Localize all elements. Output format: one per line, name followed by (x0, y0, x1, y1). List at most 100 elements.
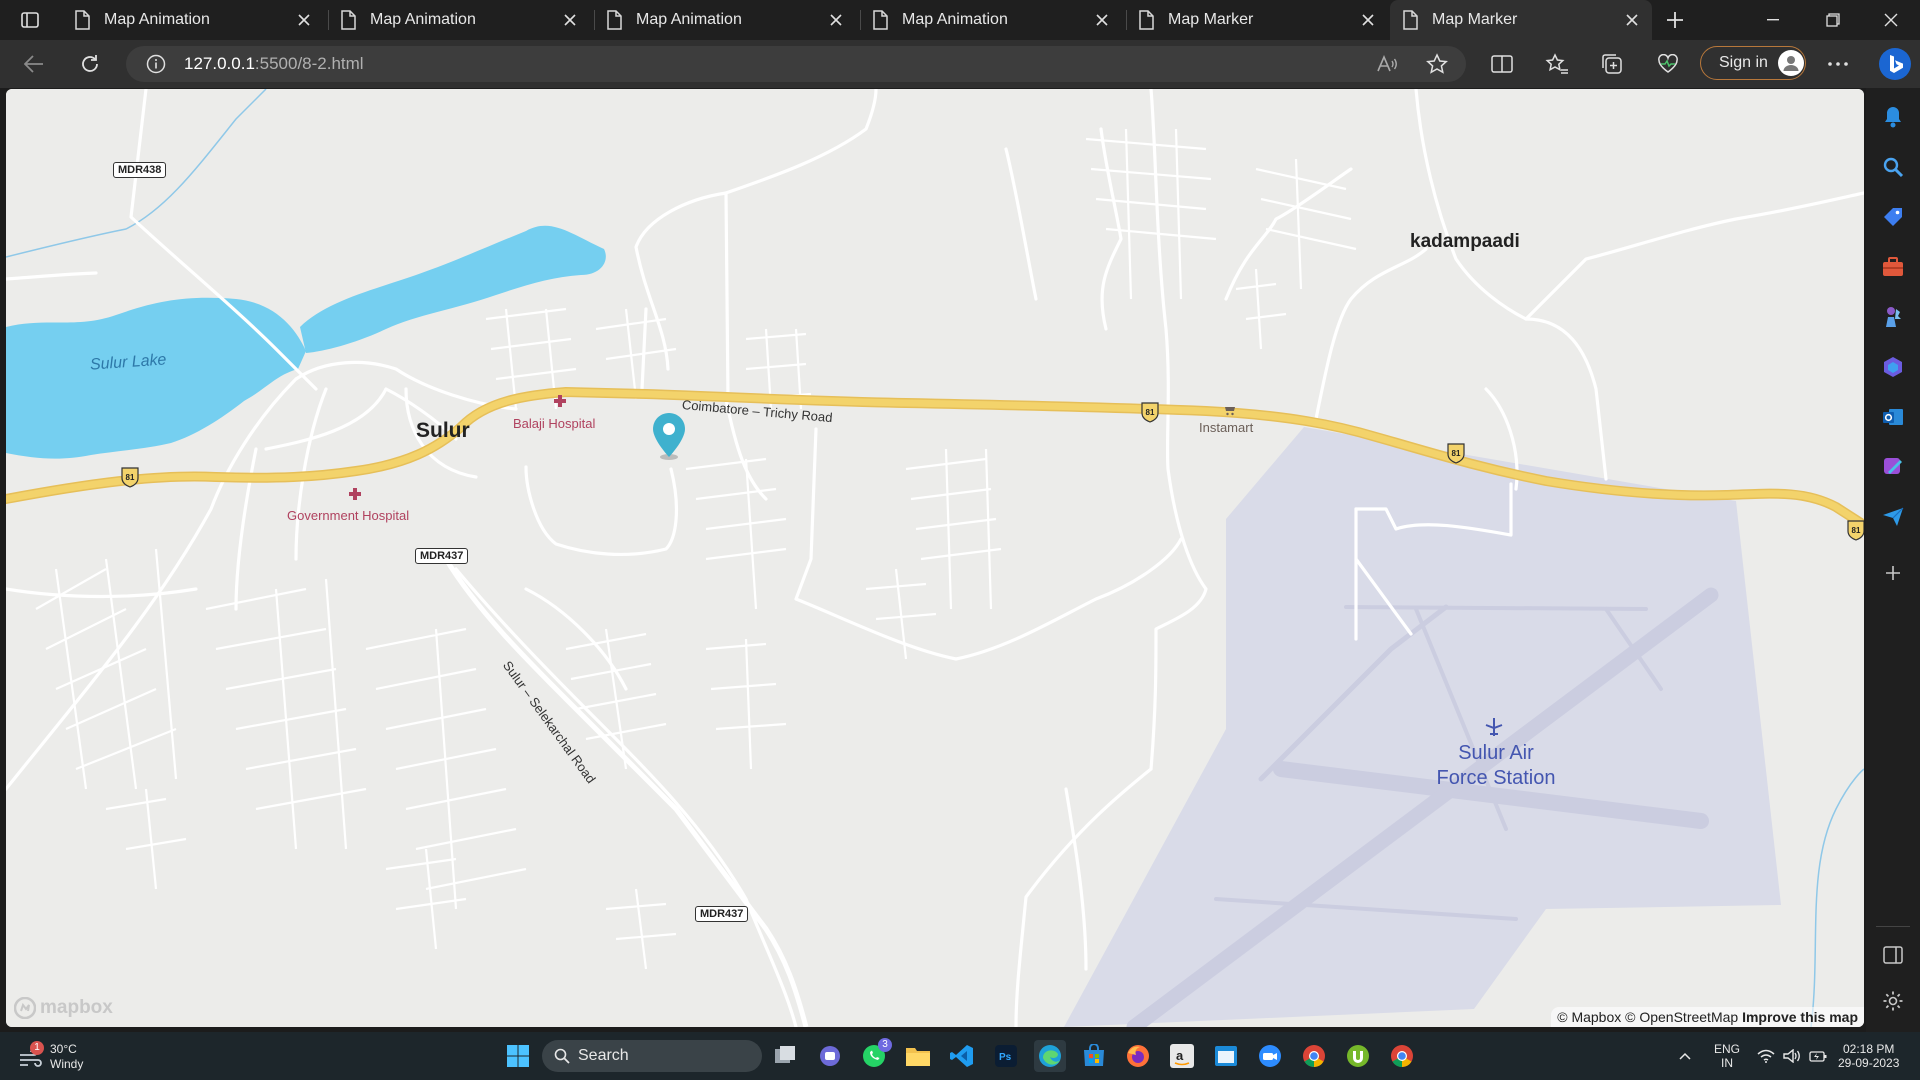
browser-essentials-button[interactable] (1652, 49, 1684, 79)
map-marker-icon[interactable] (650, 411, 688, 461)
tag-icon (1884, 208, 1902, 226)
task-view-button[interactable] (770, 1040, 802, 1072)
close-icon[interactable] (1090, 8, 1114, 32)
sign-in-label: Sign in (1719, 54, 1768, 71)
firefox-button[interactable] (1122, 1040, 1154, 1072)
poi-government-hospital[interactable]: Government Hospital (287, 508, 409, 523)
poi-instamart[interactable]: Instamart (1199, 420, 1253, 435)
tab-map-animation-3[interactable]: Map Animation (594, 0, 856, 40)
system-tray-status[interactable] (1752, 1040, 1832, 1072)
read-aloud-button[interactable] (1371, 49, 1403, 79)
star-icon (1426, 53, 1448, 74)
map-canvas[interactable] (6, 89, 1864, 1027)
task-view-icon (775, 1046, 795, 1063)
edge-button[interactable] (1034, 1040, 1066, 1072)
utorrent-button[interactable] (1342, 1040, 1374, 1072)
app-window-button[interactable] (1210, 1040, 1242, 1072)
split-screen-button[interactable] (1486, 49, 1518, 79)
favorites-icon (1545, 53, 1568, 74)
whatsapp-button[interactable]: 3 (858, 1038, 892, 1072)
info-icon[interactable] (146, 54, 166, 74)
collections-button[interactable] (1596, 49, 1628, 79)
search-icon (1883, 157, 1904, 178)
back-arrow-icon (24, 55, 43, 73)
send-button[interactable] (1878, 502, 1908, 532)
file-explorer-button[interactable] (902, 1040, 934, 1072)
mapbox-logo[interactable]: mapbox (14, 997, 113, 1019)
start-button[interactable] (502, 1040, 534, 1072)
close-icon[interactable] (292, 8, 316, 32)
weather-widget[interactable]: 1 30°C Windy (18, 1041, 83, 1072)
language-line-2: IN (1721, 1056, 1733, 1070)
zoom-button[interactable] (1254, 1040, 1286, 1072)
close-icon[interactable] (1620, 8, 1644, 32)
games-button[interactable] (1878, 302, 1908, 332)
language-indicator[interactable]: ENG IN (1714, 1042, 1740, 1070)
tools-button[interactable] (1878, 252, 1908, 282)
tab-title: Map Animation (104, 11, 210, 28)
photoshop-button[interactable]: Ps (990, 1040, 1022, 1072)
tab-title: Map Marker (1432, 11, 1518, 28)
poi-balaji-hospital[interactable]: Balaji Hospital (513, 416, 595, 431)
windows-logo-icon (507, 1045, 529, 1067)
show-hidden-icons-button[interactable] (1674, 1040, 1696, 1072)
close-icon[interactable] (1356, 8, 1380, 32)
tab-strip: Map Animation Map Animation Map Animatio… (0, 0, 1920, 40)
teams-chat-button[interactable] (814, 1040, 846, 1072)
avatar (1777, 50, 1804, 76)
add-sidebar-app-button[interactable] (1878, 558, 1908, 588)
folder-icon (906, 1048, 930, 1066)
clock[interactable]: 02:18 PM 29-09-2023 (1838, 1042, 1899, 1070)
wifi-icon (1757, 1049, 1775, 1063)
map-container[interactable]: Sulur Lake Sulur kadampaadi Balaji Hospi… (6, 89, 1864, 1027)
tab-map-animation-2[interactable]: Map Animation (328, 0, 590, 40)
vscode-icon (950, 1045, 973, 1067)
refresh-button[interactable] (74, 49, 106, 79)
microsoft-store-button[interactable] (1078, 1040, 1110, 1072)
microsoft365-button[interactable] (1878, 352, 1908, 382)
settings-more-button[interactable] (1822, 49, 1854, 79)
favorite-star-button[interactable] (1421, 49, 1453, 79)
attribution-osm-link[interactable]: © OpenStreetMap (1625, 1009, 1738, 1025)
edge-icon (1039, 1045, 1061, 1067)
search-sidebar-button[interactable] (1878, 152, 1908, 182)
amazon-button[interactable]: a (1166, 1040, 1198, 1072)
designer-button[interactable] (1878, 452, 1908, 482)
chrome-profile-button[interactable] (1386, 1040, 1418, 1072)
improve-map-link[interactable]: Improve this map (1742, 1009, 1858, 1025)
notifications-button[interactable] (1878, 102, 1908, 132)
sign-in-button[interactable]: Sign in (1700, 46, 1806, 80)
tab-map-marker-active[interactable]: Map Marker (1390, 0, 1652, 40)
nh81-shield: 81 (1847, 520, 1864, 541)
attribution-mapbox-link[interactable]: © Mapbox (1557, 1009, 1621, 1025)
chrome-icon (1303, 1045, 1325, 1067)
close-icon[interactable] (558, 8, 582, 32)
tab-map-animation-1[interactable]: Map Animation (62, 0, 324, 40)
address-bar[interactable]: 127.0.0.1:5500/8-2.html (126, 46, 1466, 82)
tab-map-marker-1[interactable]: Map Marker (1126, 0, 1388, 40)
taskbar-search[interactable]: Search (542, 1040, 762, 1072)
restore-button[interactable] (1804, 0, 1862, 40)
outlook-button[interactable] (1878, 402, 1908, 432)
minimize-button[interactable] (1744, 0, 1802, 40)
close-icon[interactable] (824, 8, 848, 32)
vscode-button[interactable] (946, 1040, 978, 1072)
svg-text:Ps: Ps (999, 1052, 1012, 1063)
tab-map-animation-4[interactable]: Map Animation (860, 0, 1122, 40)
sidebar-settings-button[interactable] (1878, 986, 1908, 1016)
shop-icon (1224, 403, 1236, 421)
hide-sidebar-button[interactable] (1878, 940, 1908, 970)
close-window-button[interactable] (1862, 0, 1920, 40)
airport-icon (1484, 717, 1504, 742)
shopping-button[interactable] (1878, 202, 1908, 232)
hospital-icon (553, 394, 567, 413)
chrome-button[interactable] (1298, 1040, 1330, 1072)
utorrent-icon (1347, 1045, 1369, 1067)
favorites-button[interactable] (1541, 49, 1573, 79)
chevron-up-icon (1679, 1052, 1691, 1060)
new-tab-button[interactable] (1660, 6, 1690, 34)
volume-icon (1783, 1049, 1800, 1063)
copilot-button[interactable] (1876, 45, 1914, 83)
tab-actions-button[interactable] (12, 7, 48, 33)
back-button[interactable] (18, 49, 50, 79)
